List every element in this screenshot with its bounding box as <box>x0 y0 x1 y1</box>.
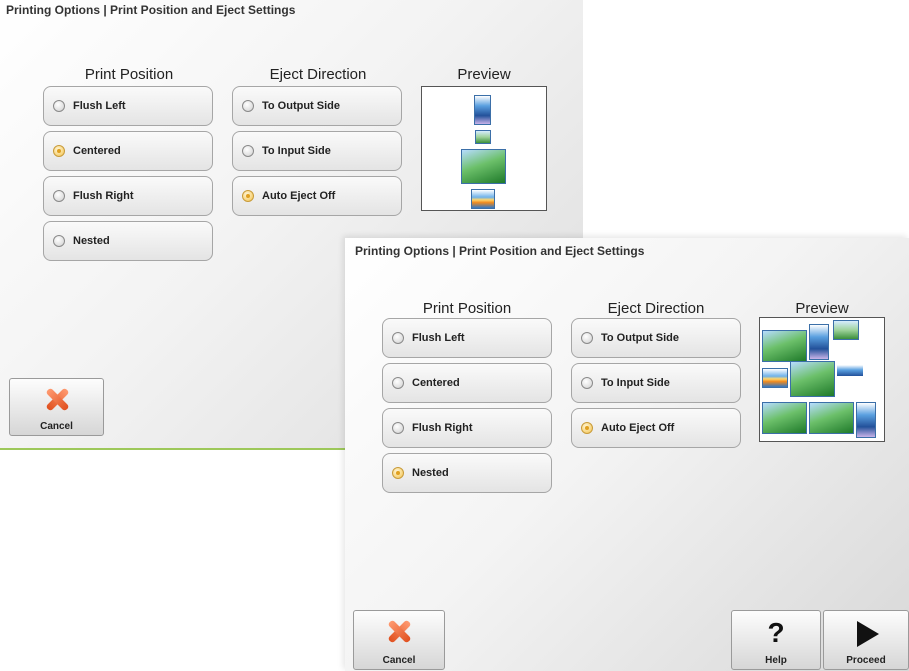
radio-icon[interactable] <box>392 377 404 389</box>
print-position-heading: Print Position <box>422 300 512 317</box>
radio-icon[interactable] <box>242 100 254 112</box>
option-label: Centered <box>73 145 121 157</box>
option-flush-right[interactable]: Flush Right <box>382 408 552 448</box>
option-label: To Output Side <box>601 332 680 344</box>
preview-thumbnail <box>762 330 807 362</box>
close-icon <box>388 620 410 642</box>
play-arrow-icon <box>857 621 879 647</box>
preview-pane <box>421 86 547 211</box>
option-label: Centered <box>412 377 460 389</box>
option-centered[interactable]: Centered <box>43 131 213 171</box>
radio-icon[interactable] <box>581 332 593 344</box>
option-label: Flush Left <box>412 332 465 344</box>
radio-selected-icon[interactable] <box>242 190 254 202</box>
screen-title: Printing Options | Print Position and Ej… <box>355 244 645 258</box>
print-position-heading: Print Position <box>84 66 174 83</box>
radio-icon[interactable] <box>242 145 254 157</box>
radio-selected-icon[interactable] <box>53 145 65 157</box>
eject-direction-heading: Eject Direction <box>269 66 367 83</box>
option-nested[interactable]: Nested <box>382 453 552 493</box>
preview-thumbnail <box>833 320 859 340</box>
preview-thumbnail <box>461 149 506 184</box>
preview-thumbnail <box>809 324 829 360</box>
option-nested[interactable]: Nested <box>43 221 213 261</box>
option-centered[interactable]: Centered <box>382 363 552 403</box>
option-label: Nested <box>73 235 110 247</box>
option-flush-left[interactable]: Flush Left <box>382 318 552 358</box>
option-to-input-side[interactable]: To Input Side <box>232 131 402 171</box>
preview-thumbnail <box>762 402 807 434</box>
option-flush-left[interactable]: Flush Left <box>43 86 213 126</box>
preview-heading: Preview <box>795 300 849 317</box>
radio-icon[interactable] <box>53 190 65 202</box>
preview-thumbnail <box>471 189 495 209</box>
option-label: To Output Side <box>262 100 341 112</box>
cancel-button[interactable]: Cancel <box>353 610 445 670</box>
radio-icon[interactable] <box>53 235 65 247</box>
cancel-label: Cancel <box>40 421 73 432</box>
option-auto-eject-off[interactable]: Auto Eject Off <box>571 408 741 448</box>
preview-thumbnail <box>809 402 854 434</box>
question-mark-icon: ? <box>767 617 785 648</box>
close-icon <box>46 388 68 410</box>
help-button[interactable]: ? Help <box>731 610 821 670</box>
option-label: Nested <box>412 467 449 479</box>
preview-thumbnail <box>474 95 491 125</box>
screen-title: Printing Options | Print Position and Ej… <box>6 3 296 17</box>
radio-icon[interactable] <box>53 100 65 112</box>
preview-pane <box>759 317 885 442</box>
option-label: Auto Eject Off <box>601 422 675 434</box>
option-label: Flush Left <box>73 100 126 112</box>
preview-heading: Preview <box>457 66 511 83</box>
option-to-input-side[interactable]: To Input Side <box>571 363 741 403</box>
help-label: Help <box>765 655 787 666</box>
radio-selected-icon[interactable] <box>392 467 404 479</box>
proceed-label: Proceed <box>846 655 886 666</box>
preview-thumbnail <box>762 368 788 388</box>
proceed-button[interactable]: Proceed <box>823 610 909 670</box>
radio-icon[interactable] <box>392 332 404 344</box>
cancel-label: Cancel <box>382 655 416 666</box>
preview-thumbnail <box>837 365 863 376</box>
eject-direction-heading: Eject Direction <box>607 300 705 317</box>
option-flush-right[interactable]: Flush Right <box>43 176 213 216</box>
radio-icon[interactable] <box>581 377 593 389</box>
cancel-button[interactable]: Cancel <box>9 378 104 436</box>
option-to-output-side[interactable]: To Output Side <box>571 318 741 358</box>
preview-thumbnail <box>475 130 491 144</box>
option-auto-eject-off[interactable]: Auto Eject Off <box>232 176 402 216</box>
option-label: Auto Eject Off <box>262 190 336 202</box>
settings-screen-nested: Printing Options | Print Position and Ej… <box>345 238 909 671</box>
option-to-output-side[interactable]: To Output Side <box>232 86 402 126</box>
preview-thumbnail <box>856 402 876 438</box>
option-label: Flush Right <box>73 190 134 202</box>
preview-thumbnail <box>790 361 835 397</box>
option-label: Flush Right <box>412 422 473 434</box>
radio-icon[interactable] <box>392 422 404 434</box>
radio-selected-icon[interactable] <box>581 422 593 434</box>
option-label: To Input Side <box>262 145 331 157</box>
option-label: To Input Side <box>601 377 670 389</box>
